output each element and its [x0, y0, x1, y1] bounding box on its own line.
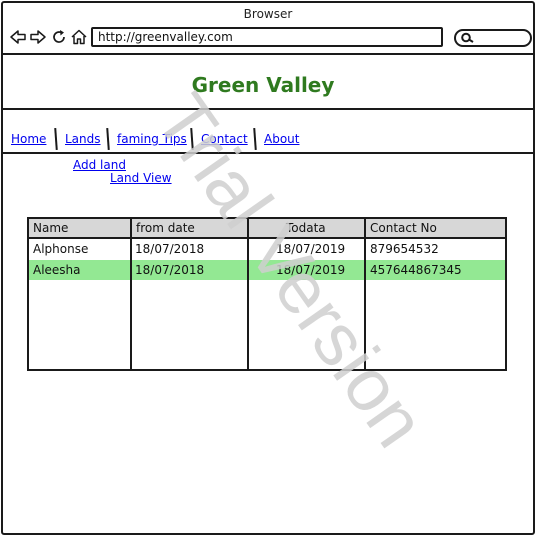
- cell-contact-no: 879654532: [370, 242, 439, 256]
- column-header-from-date[interactable]: from date: [136, 221, 195, 235]
- menu-separator: [54, 127, 58, 151]
- page-title: Green Valley: [191, 73, 335, 97]
- column-divider: [247, 219, 249, 369]
- cell-contact-no: 457644867345: [370, 263, 462, 277]
- menu-item-about[interactable]: About: [264, 132, 299, 146]
- header-divider: [3, 108, 533, 110]
- column-divider: [364, 219, 366, 369]
- home-icon[interactable]: [70, 28, 88, 46]
- cell-to-date: 18/07/2019: [276, 242, 346, 256]
- menu-separator: [106, 127, 110, 151]
- land-view-link[interactable]: Land View: [110, 171, 172, 185]
- cell-name: Alphonse: [33, 242, 89, 256]
- search-icon: [461, 32, 474, 43]
- search-field[interactable]: [454, 29, 532, 47]
- toolbar-divider: [3, 53, 533, 55]
- menu-separator: [190, 127, 194, 151]
- cell-to-date: 18/07/2019: [276, 263, 346, 277]
- add-land-link[interactable]: Add land: [73, 158, 126, 172]
- column-divider: [130, 219, 132, 369]
- menu-item-lands[interactable]: Lands: [65, 132, 101, 146]
- back-arrow-icon[interactable]: [9, 28, 27, 46]
- menu-divider: [3, 152, 533, 154]
- menu-item-contact[interactable]: Contact: [201, 132, 248, 146]
- column-header-contact[interactable]: Contact No: [370, 221, 437, 235]
- reload-icon[interactable]: [50, 28, 68, 46]
- forward-arrow-icon[interactable]: [29, 28, 47, 46]
- cell-from-date: 18/07/2018: [135, 263, 205, 277]
- window-title: Browser: [243, 7, 293, 21]
- menu-item-home[interactable]: Home: [11, 132, 46, 146]
- cell-from-date: 18/07/2018: [135, 242, 205, 256]
- address-bar[interactable]: http://greenvalley.com: [91, 27, 443, 47]
- land-table: Name from date Todata Contact No Alphons…: [27, 217, 507, 371]
- cell-name: Aleesha: [33, 263, 81, 277]
- menu-item-faming-tips[interactable]: faming Tips: [117, 132, 187, 146]
- browser-window: Browser http://greenvalley.com Green Val…: [1, 1, 535, 535]
- column-header-todata[interactable]: Todata: [286, 221, 326, 235]
- menu-separator: [253, 127, 257, 151]
- column-header-name[interactable]: Name: [33, 221, 68, 235]
